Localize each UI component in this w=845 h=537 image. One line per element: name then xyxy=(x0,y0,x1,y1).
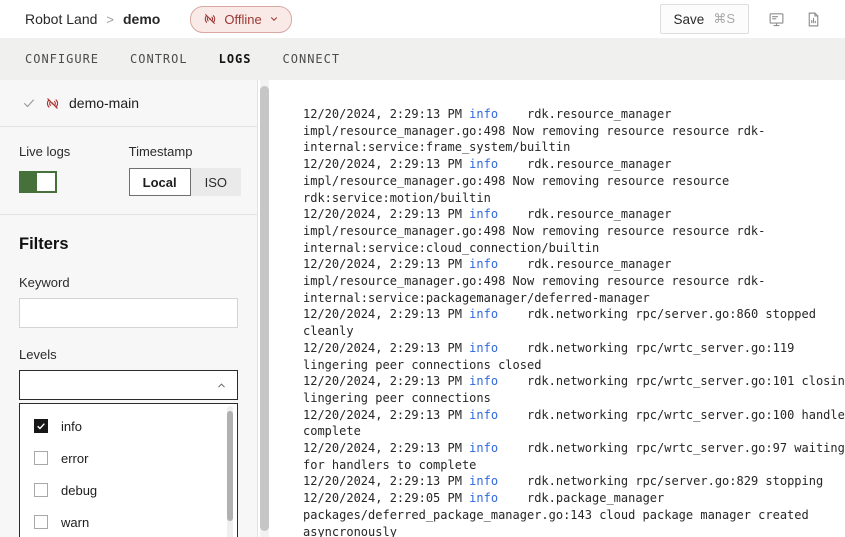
log-entry: 12/20/2024, 2:29:13 PM info rdk.networki… xyxy=(303,407,845,440)
log-timestamp: 12/20/2024, 2:29:13 PM xyxy=(303,157,469,171)
level-option-debug[interactable]: debug xyxy=(20,474,237,506)
log-pane: 12/20/2024, 2:29:13 PM info rdk.resource… xyxy=(271,80,845,537)
log-entry: 12/20/2024, 2:29:13 PM info rdk.networki… xyxy=(303,340,845,373)
log-entry: 12/20/2024, 2:29:05 PM info rdk.package_… xyxy=(303,490,845,537)
log-timestamp: 12/20/2024, 2:29:13 PM xyxy=(303,408,469,422)
dropdown-scrollbar-thumb[interactable] xyxy=(227,411,233,521)
tab-logs[interactable]: LOGS xyxy=(219,52,252,66)
live-logs-label: Live logs xyxy=(19,144,129,159)
breadcrumb-separator: > xyxy=(106,12,114,27)
levels-option-list: info error debug warn xyxy=(20,410,237,537)
level-option-warn[interactable]: warn xyxy=(20,506,237,537)
keyword-input[interactable] xyxy=(19,298,238,328)
levels-dropdown: info error debug warn xyxy=(19,403,238,537)
log-level: info xyxy=(469,491,498,505)
app-header: Robot Land > demo Offline Save ⌘S xyxy=(0,0,845,38)
machine-part-name: demo-main xyxy=(69,95,139,111)
monitor-icon[interactable] xyxy=(766,9,786,29)
keyword-label: Keyword xyxy=(19,275,238,290)
log-entry: 12/20/2024, 2:29:13 PM info rdk.resource… xyxy=(303,206,845,256)
checkbox-icon[interactable] xyxy=(34,483,48,497)
tab-control[interactable]: CONTROL xyxy=(130,52,188,66)
logs-sidebar: demo-main Live logs Timestamp Local ISO … xyxy=(0,80,258,537)
save-shortcut: ⌘S xyxy=(713,11,735,27)
level-option-error[interactable]: error xyxy=(20,442,237,474)
level-option-label: debug xyxy=(61,483,97,498)
status-badge-label: Offline xyxy=(224,12,261,27)
log-scrollbar xyxy=(258,80,271,537)
levels-label: Levels xyxy=(19,347,238,362)
log-level: info xyxy=(469,107,498,121)
checkbox-icon[interactable] xyxy=(34,515,48,529)
log-timestamp: 12/20/2024, 2:29:13 PM xyxy=(303,374,469,388)
log-message: rdk.networking rpc/server.go:829 stoppin… xyxy=(498,474,823,488)
filters-title: Filters xyxy=(19,235,238,254)
checkbox-icon[interactable] xyxy=(34,451,48,465)
log-level: info xyxy=(469,341,498,355)
log-timestamp: 12/20/2024, 2:29:13 PM xyxy=(303,257,469,271)
log-timestamp: 12/20/2024, 2:29:05 PM xyxy=(303,491,469,505)
file-chart-icon[interactable] xyxy=(803,9,823,29)
save-button-label: Save xyxy=(674,12,705,27)
tab-connect[interactable]: CONNECT xyxy=(283,52,341,66)
level-option-label: error xyxy=(61,451,88,466)
log-timestamp: 12/20/2024, 2:29:13 PM xyxy=(303,107,469,121)
timestamp-label: Timestamp xyxy=(129,144,241,159)
breadcrumb-org[interactable]: Robot Land xyxy=(25,11,97,27)
log-controls: Live logs Timestamp Local ISO xyxy=(0,127,257,215)
log-scrollbar-thumb[interactable] xyxy=(260,86,269,531)
timestamp-iso-button[interactable]: ISO xyxy=(191,168,241,196)
log-list: 12/20/2024, 2:29:13 PM info rdk.resource… xyxy=(303,106,845,537)
timestamp-local-button[interactable]: Local xyxy=(129,168,191,196)
log-level: info xyxy=(469,157,498,171)
log-level: info xyxy=(469,374,498,388)
log-level: info xyxy=(469,257,498,271)
toggle-knob xyxy=(37,173,55,191)
level-option-label: warn xyxy=(61,515,89,530)
machine-status-dropdown[interactable]: Offline xyxy=(190,6,291,33)
wifi-off-icon xyxy=(45,96,60,111)
log-level: info xyxy=(469,441,498,455)
log-entry: 12/20/2024, 2:29:13 PM info rdk.resource… xyxy=(303,256,845,306)
log-entry: 12/20/2024, 2:29:13 PM info rdk.resource… xyxy=(303,106,845,156)
tab-configure[interactable]: CONFIGURE xyxy=(25,52,99,66)
log-level: info xyxy=(469,307,498,321)
log-level: info xyxy=(469,474,498,488)
level-option-info[interactable]: info xyxy=(20,410,237,442)
log-timestamp: 12/20/2024, 2:29:13 PM xyxy=(303,441,469,455)
log-entry: 12/20/2024, 2:29:13 PM info rdk.resource… xyxy=(303,156,845,206)
save-button[interactable]: Save ⌘S xyxy=(660,4,749,34)
log-timestamp: 12/20/2024, 2:29:13 PM xyxy=(303,341,469,355)
log-level: info xyxy=(469,207,498,221)
log-timestamp: 12/20/2024, 2:29:13 PM xyxy=(303,474,469,488)
log-entry: 12/20/2024, 2:29:13 PM info rdk.networki… xyxy=(303,473,845,490)
log-timestamp: 12/20/2024, 2:29:13 PM xyxy=(303,307,469,321)
log-entry: 12/20/2024, 2:29:13 PM info rdk.networki… xyxy=(303,306,845,339)
log-level: info xyxy=(469,408,498,422)
tab-bar: CONFIGURE CONTROL LOGS CONNECT xyxy=(0,38,845,80)
wifi-off-icon xyxy=(203,12,217,26)
timestamp-format-switch: Local ISO xyxy=(129,168,241,196)
checkbox-icon[interactable] xyxy=(34,419,48,433)
filters-section: Filters Keyword Levels info error xyxy=(0,215,257,537)
log-entry: 12/20/2024, 2:29:13 PM info rdk.networki… xyxy=(303,373,845,406)
machine-part-row[interactable]: demo-main xyxy=(0,80,257,127)
breadcrumb-current: demo xyxy=(123,11,160,27)
levels-select[interactable] xyxy=(19,370,238,400)
log-entry: 12/20/2024, 2:29:13 PM info rdk.networki… xyxy=(303,440,845,473)
log-timestamp: 12/20/2024, 2:29:13 PM xyxy=(303,207,469,221)
chevron-up-icon xyxy=(216,380,227,391)
live-logs-toggle[interactable] xyxy=(19,171,57,193)
check-icon xyxy=(22,96,36,110)
chevron-down-icon xyxy=(269,14,279,24)
level-option-label: info xyxy=(61,419,82,434)
